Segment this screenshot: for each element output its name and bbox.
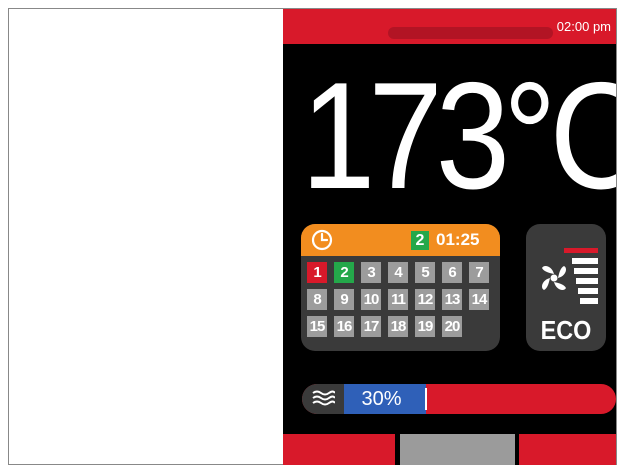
program-day-6[interactable]: 6 [442,262,462,283]
active-program-badge: 2 [411,231,429,250]
status-bar: 02:00 pm [283,9,616,44]
program-day-12[interactable]: 12 [415,289,435,310]
program-day-14[interactable]: 14 [469,289,489,310]
status-bar-strip [388,27,553,39]
program-day-15[interactable]: 15 [307,316,327,337]
humidity-slider[interactable]: 30% [302,384,616,414]
program-day-17[interactable]: 17 [361,316,381,337]
program-day-10[interactable]: 10 [361,289,381,310]
program-panel[interactable]: 2 01:25 1 2 3 4 5 6 7 8 9 10 11 12 13 14 15 16 17 18 19 20 [301,224,500,351]
program-day-13[interactable]: 13 [442,289,462,310]
program-day-3[interactable]: 3 [361,262,381,283]
clock-icon[interactable] [311,229,333,251]
temperature-display[interactable]: 173°C [301,60,616,212]
program-day-9[interactable]: 9 [334,289,354,310]
clock-time: 02:00 pm [556,19,611,34]
program-day-5[interactable]: 5 [415,262,435,283]
program-day-8[interactable]: 8 [307,289,327,310]
fan-speed-icon [542,248,598,304]
program-day-19[interactable]: 19 [415,316,435,337]
bottom-middle-button[interactable] [400,434,515,465]
program-header: 2 01:25 [301,224,500,256]
bottom-right-button[interactable] [519,434,616,465]
program-day-4[interactable]: 4 [388,262,408,283]
program-day-20[interactable]: 20 [442,316,462,337]
fan-mode-button[interactable]: ECO [526,224,606,351]
bottom-left-button[interactable] [283,434,395,465]
program-day-11[interactable]: 11 [388,289,408,310]
program-day-18[interactable]: 18 [388,316,408,337]
slider-icon-area [302,384,344,414]
slider-thumb[interactable] [425,388,427,410]
humidity-value: 30% [361,388,402,410]
program-day-7[interactable]: 7 [469,262,489,283]
oven-control-screen: 02:00 pm 173°C 2 01:25 1 2 3 4 5 6 7 8 9 10 11 12 13… [283,9,616,465]
steam-icon [312,390,335,406]
program-time-remaining: 01:25 [436,230,480,249]
program-day-1[interactable]: 1 [307,262,327,283]
program-day-16[interactable]: 16 [334,316,354,337]
eco-mode-label: ECO [540,315,592,345]
program-day-2[interactable]: 2 [334,262,354,283]
